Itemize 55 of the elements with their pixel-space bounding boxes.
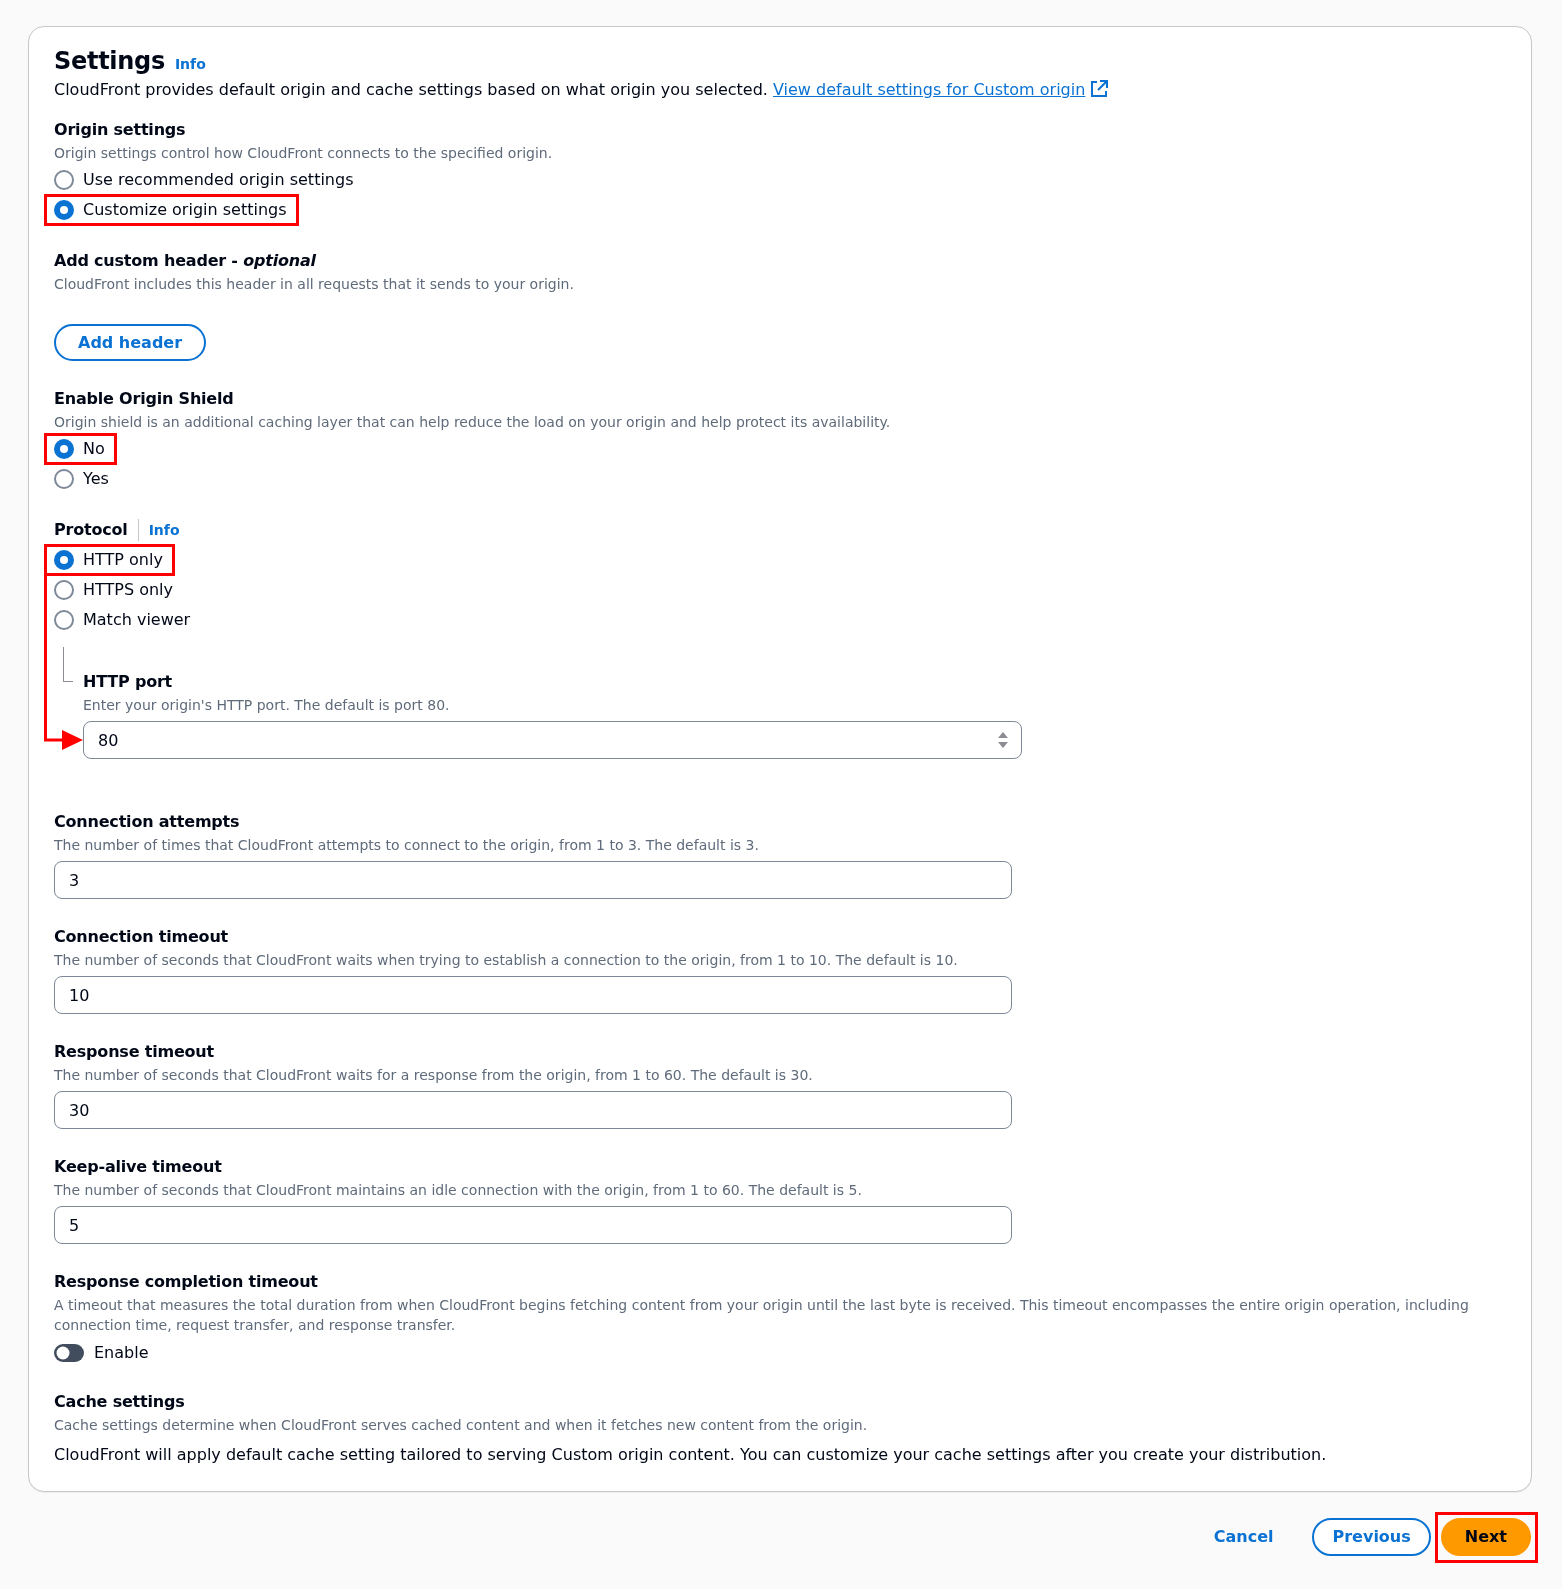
number-field[interactable]: 80 [83,721,1022,759]
toggle-label: Enable [94,1343,149,1363]
docs-link[interactable]: View default settings for Custom origin [772,80,1109,99]
text-field[interactable]: 30 [54,1091,1012,1129]
page-title: Settings [54,46,165,76]
field-description: Enter your origin's HTTP port. The default is port 80. [83,696,451,715]
field-label: Keep-alive timeout [54,1156,222,1178]
radio-icon[interactable] [54,439,74,459]
field-label: Cache settings [54,1391,185,1413]
field-label: HTTP port [83,671,174,693]
link-button[interactable]: Cancel [1191,1518,1296,1556]
field-description: The number of seconds that CloudFront waits for a response from the origin, from 1 to 60. The default is 30. [54,1066,814,1085]
radio-option[interactable]: Use recommended origin settings [54,167,354,193]
radio-icon[interactable] [54,580,74,600]
field-label: Connection attempts [54,811,240,833]
field-label: Response timeout [54,1041,214,1063]
info-text: CloudFront will apply default cache setting tailored to serving Custom origin content. You can customize your cache settings after you create your distribution. [54,1444,1328,1466]
radio-icon[interactable] [54,200,74,220]
spinner-icon[interactable] [998,731,1008,749]
field-description: Cache settings determine when CloudFront serves cached content and when it fetches new content from the origin. [54,1416,869,1435]
text-field[interactable]: 3 [54,861,1012,899]
field-description: CloudFront includes this header in all requests that it sends to your origin. [54,275,575,294]
radio-option[interactable]: No [54,436,105,462]
outline-button[interactable]: Add header [54,324,207,361]
field-description: The number of seconds that CloudFront waits when trying to establish a connection to the origin, from 1 to 10. The default is 10. [54,951,959,970]
radio-option[interactable]: Match viewer [54,607,191,633]
text-field[interactable]: 5 [54,1206,1012,1244]
field-description: The number of seconds that CloudFront maintains an idle connection with the origin, from 1 to 60. The default is 5. [54,1181,863,1200]
radio-icon[interactable] [54,550,74,570]
tree-line [63,647,73,682]
secondary-button[interactable]: Previous [1312,1518,1431,1556]
field-label: Response completion timeout [54,1271,318,1293]
radio-icon[interactable] [54,170,74,190]
radio-option[interactable]: Customize origin settings [54,197,287,223]
radio-icon[interactable] [54,610,74,630]
info-link[interactable]: Info [174,56,206,72]
page-description: CloudFront provides default origin and cache settings based on what origin you selected. View default settings for Custom origin [54,78,1507,102]
field-description: Origin shield is an additional caching layer that can help reduce the load on your origin and help protect its availability. [54,413,892,432]
radio-option[interactable]: HTTP only [54,547,163,573]
field-description: Origin settings control how CloudFront connects to the specified origin. [54,144,554,163]
toggle-switch[interactable] [54,1344,84,1362]
field-description: The number of times that CloudFront attempts to connect to the origin, from 1 to 3. The default is 3. [54,836,760,855]
field-label: Origin settings [54,119,186,141]
field-label: Enable Origin Shield [54,388,234,410]
field-label: Add custom header - optional [54,250,316,272]
info-link[interactable]: Info [148,522,180,538]
field-label: Connection timeout [54,926,229,948]
radio-icon[interactable] [54,469,74,489]
external-link-icon [1090,80,1109,98]
field-label: Protocol [54,519,128,541]
text-field[interactable]: 10 [54,976,1012,1014]
primary-button[interactable]: Next [1440,1518,1531,1556]
radio-option[interactable]: Yes [54,466,109,492]
field-description: A timeout that measures the total duration from when CloudFront begins fetching content from your origin until the last byte is received. This timeout encompasses the entire origin operation, including connection time, request transfer, and response transfer. [54,1296,1470,1335]
radio-option[interactable]: HTTPS only [54,577,174,603]
